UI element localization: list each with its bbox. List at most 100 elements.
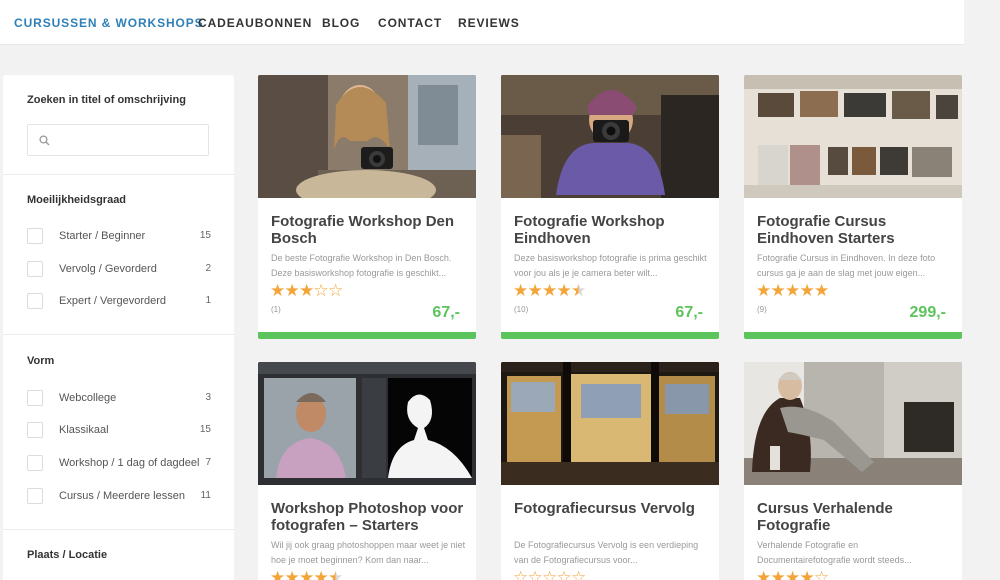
checkbox[interactable] — [27, 228, 43, 244]
course-card[interactable]: Fotografiecursus Vervolg De Fotografiecu… — [501, 362, 719, 580]
course-title[interactable]: Fotografiecursus Vervolg — [514, 500, 710, 517]
filter-count: 1 — [205, 295, 211, 306]
search-input[interactable] — [58, 131, 203, 151]
course-title[interactable]: Fotografie Workshop Den Bosch — [271, 213, 467, 247]
star-filled-icon: ★ — [770, 568, 786, 580]
star-filled-icon: ★ — [270, 568, 286, 580]
course-title[interactable]: Cursus Verhalende Fotografie — [757, 500, 953, 534]
filter-option[interactable]: Workshop / 1 dag of dagdeel 7 — [27, 454, 213, 472]
course-card[interactable]: Fotografie Workshop Den Bosch De beste F… — [258, 75, 476, 339]
divider — [3, 174, 234, 175]
course-card[interactable]: Fotografie Cursus Eindhoven Starters Fot… — [744, 75, 962, 339]
checkbox[interactable] — [27, 455, 43, 471]
star-filled-icon: ★ — [270, 281, 286, 300]
card-accent-bar — [258, 332, 476, 339]
filter-label: Starter / Beginner — [59, 230, 146, 242]
divider — [3, 529, 234, 530]
checkbox[interactable] — [27, 261, 43, 277]
star-filled-icon: ★ — [785, 281, 801, 300]
filter-option[interactable]: Starter / Beginner 15 — [27, 227, 213, 245]
course-price: 67,- — [675, 304, 703, 321]
nav-blog[interactable]: BLOG — [322, 16, 360, 30]
review-count: (10) — [514, 305, 529, 314]
checkbox[interactable] — [27, 293, 43, 309]
filter-label: Cursus / Meerdere lessen — [59, 490, 185, 502]
course-image[interactable] — [258, 362, 476, 485]
course-card[interactable]: Workshop Photoshop voor fotografen – Sta… — [258, 362, 476, 580]
star-empty-icon: ☆ — [571, 568, 587, 580]
filter-count: 11 — [200, 490, 211, 501]
course-description: De beste Fotografie Workshop in Den Bosc… — [271, 253, 452, 278]
course-price: 299,- — [909, 304, 946, 321]
rating-stars: ★★★★★ — [270, 569, 343, 580]
filter-label: Vervolg / Gevorderd — [59, 263, 157, 275]
filter-label: Workshop / 1 dag of dagdeel — [59, 457, 200, 469]
nav-contact[interactable]: CONTACT — [378, 16, 442, 30]
star-filled-icon: ★ — [799, 281, 815, 300]
course-description: Wil jij ook graag photoshoppen maar weet… — [271, 540, 466, 565]
course-image[interactable] — [744, 362, 962, 485]
checkbox[interactable] — [27, 488, 43, 504]
divider — [3, 334, 234, 335]
rating-stars: ★★★★★ — [756, 282, 829, 300]
search-field[interactable] — [27, 124, 209, 156]
nav-cadeaubonnen[interactable]: CADEAUBONNEN — [198, 16, 312, 30]
course-image[interactable] — [744, 75, 962, 198]
rating-stars: ★★★★☆ — [756, 569, 829, 580]
filter-option[interactable]: Webcollege 3 — [27, 389, 213, 407]
course-image[interactable] — [258, 75, 476, 198]
group-title-vorm: Vorm — [27, 355, 55, 367]
star-filled-icon: ★ — [299, 281, 315, 300]
top-navigation: CURSUSSEN & WORKSHOPS CADEAUBONNEN BLOG … — [0, 0, 1000, 45]
course-card[interactable]: Fotografie Workshop Eindhoven Deze basis… — [501, 75, 719, 339]
star-empty-icon: ☆ — [814, 568, 830, 580]
star-filled-icon: ★ — [799, 568, 815, 580]
group-title-difficulty: Moeilijkheidsgraad — [27, 194, 127, 206]
group-title-location: Plaats / Locatie — [27, 549, 108, 561]
rating-stars: ★★★☆☆ — [270, 282, 343, 300]
star-filled-icon: ★ — [284, 568, 300, 580]
filter-count: 2 — [205, 263, 211, 274]
star-filled-icon: ★ — [770, 281, 786, 300]
star-filled-icon: ★ — [527, 281, 543, 300]
card-accent-bar — [744, 332, 962, 339]
star-filled-icon: ★ — [814, 281, 830, 300]
course-card[interactable]: Cursus Verhalende Fotografie Verhalende … — [744, 362, 962, 580]
course-description: Fotografie Cursus in Eindhoven. In deze … — [757, 253, 936, 278]
nav-cursussen-workshops[interactable]: CURSUSSEN & WORKSHOPS — [14, 16, 204, 30]
filter-option[interactable]: Expert / Vergevorderd 1 — [27, 292, 213, 310]
filter-option[interactable]: Vervolg / Gevorderd 2 — [27, 260, 213, 278]
filter-label: Webcollege — [59, 392, 117, 404]
checkbox[interactable] — [27, 390, 43, 406]
star-filled-icon: ★ — [756, 281, 772, 300]
nav-reviews[interactable]: REVIEWS — [458, 16, 520, 30]
course-image[interactable] — [501, 362, 719, 485]
course-image[interactable] — [501, 75, 719, 198]
star-half-icon: ★ — [328, 569, 343, 580]
star-filled-icon: ★ — [313, 568, 329, 580]
course-title[interactable]: Fotografie Workshop Eindhoven — [514, 213, 710, 247]
course-title[interactable]: Workshop Photoshop voor fotografen – Sta… — [271, 500, 467, 534]
rating-stars: ★★★★★ — [513, 282, 586, 300]
star-filled-icon: ★ — [785, 568, 801, 580]
course-description: De Fotografiecursus Vervolg is een verdi… — [514, 540, 699, 565]
review-count: (1) — [271, 305, 281, 314]
star-empty-icon: ☆ — [513, 568, 529, 580]
course-description: Deze basisworkshop fotografie is prima g… — [514, 253, 707, 278]
filter-option[interactable]: Klassikaal 15 — [27, 421, 213, 439]
course-price: 67,- — [432, 304, 460, 321]
star-filled-icon: ★ — [556, 281, 572, 300]
filter-label: Klassikaal — [59, 424, 109, 436]
search-icon — [39, 135, 50, 146]
course-description: Verhalende Fotografie en Documentairefot… — [757, 540, 912, 565]
search-title: Zoeken in titel of omschrijving — [27, 94, 186, 106]
star-empty-icon: ☆ — [328, 281, 344, 300]
checkbox[interactable] — [27, 422, 43, 438]
rating-stars: ☆☆☆☆☆ — [513, 569, 586, 580]
nav-edge — [964, 0, 1000, 45]
filter-count: 3 — [205, 392, 211, 403]
course-title[interactable]: Fotografie Cursus Eindhoven Starters — [757, 213, 953, 247]
filter-label: Expert / Vergevorderd — [59, 295, 167, 307]
star-empty-icon: ☆ — [542, 568, 558, 580]
filter-option[interactable]: Cursus / Meerdere lessen 11 — [27, 487, 213, 505]
